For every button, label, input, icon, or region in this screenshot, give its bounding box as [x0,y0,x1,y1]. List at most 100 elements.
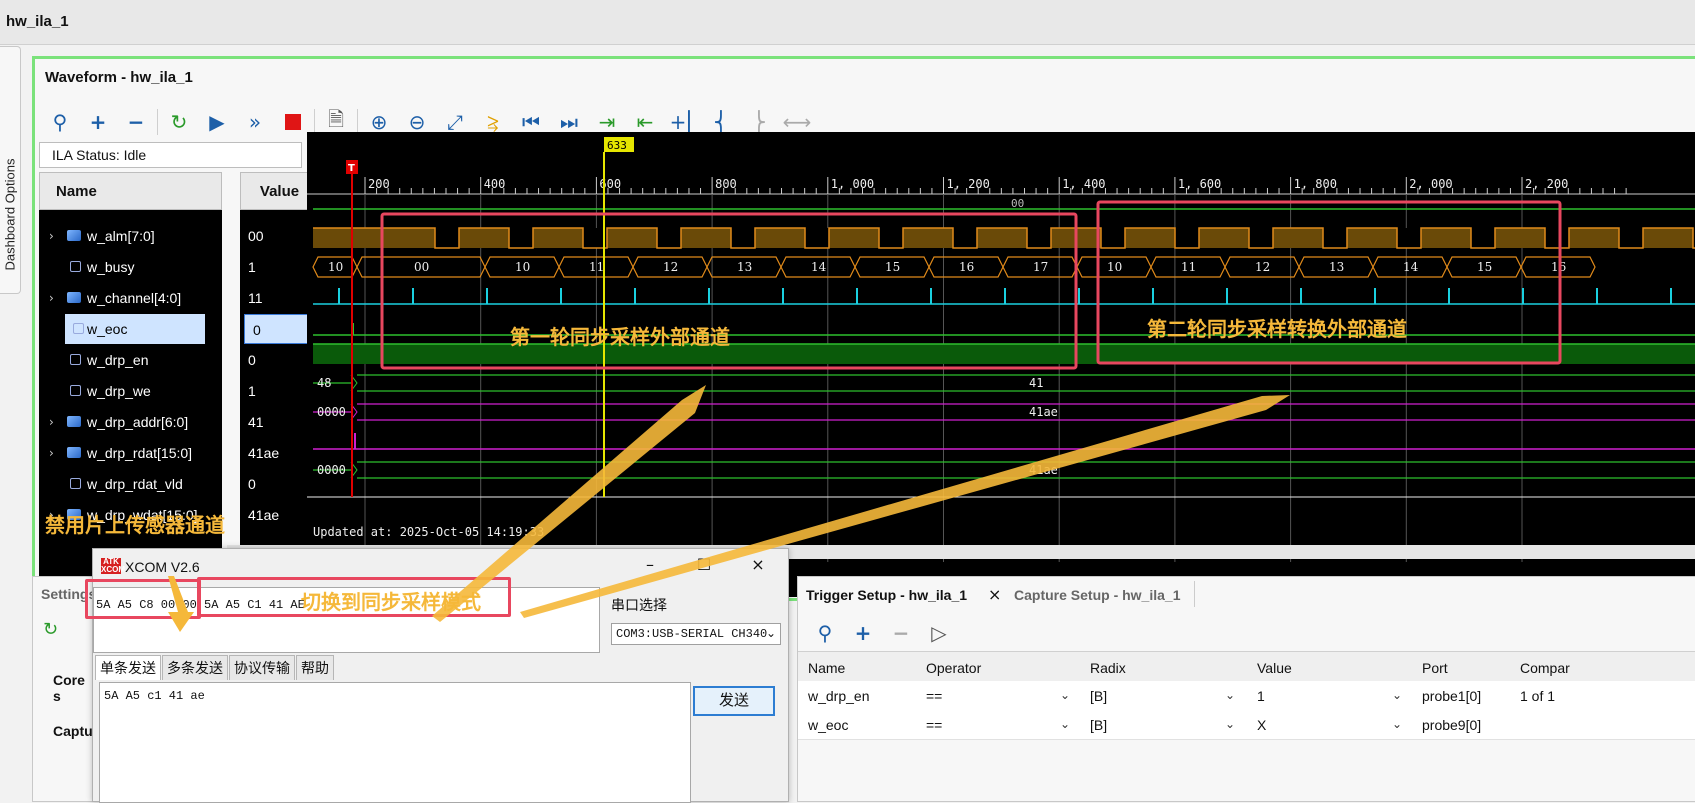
app-title: hw_ila_1 [6,13,69,30]
signal-row[interactable]: w_drp_we [39,376,222,406]
wave-busy-gap [1545,228,1569,248]
bus-signal-icon [67,447,81,458]
run-immediate-icon[interactable]: » [236,106,274,138]
chevron-down-icon[interactable]: ⌄ [1225,717,1235,731]
signal-name: w_drp_en [87,352,149,368]
xcom-title: XCOM V2.6 [125,559,200,575]
chevron-down-icon[interactable]: ⌄ [1060,688,1070,702]
dashboard-options-tab[interactable]: Dashboard Options [0,46,21,294]
expand-chevron-icon[interactable]: › [49,283,54,313]
signal-row[interactable]: › w_channel[4:0] [39,283,222,313]
send-text: 5A A5 c1 41 ae [104,689,205,703]
column-name[interactable]: Name [808,660,845,676]
tick-label: 1, 800 [1294,177,1337,191]
column-radix[interactable]: Radix [1090,660,1126,676]
annotation-switch-mode: 切换到同步采样模式 [301,592,481,614]
remove-icon[interactable]: − [882,617,920,649]
port-select-value: COM3:USB-SERIAL CH340 [616,627,768,641]
close-icon[interactable]: × [988,585,1001,604]
search-icon[interactable]: ⚲ [41,106,79,138]
wave-channel-label: 10 [328,260,343,274]
signal-value: 41ae [248,507,280,523]
column-compare[interactable]: Compar [1520,660,1570,676]
table-row[interactable]: w_drp_en == ⌄ [B] ⌄ 1 ⌄ probe1[0] 1 of 1 [798,681,1695,711]
bit-signal-icon [70,385,81,396]
row-radix[interactable]: [B] [1090,688,1107,704]
waveform-viewer[interactable]: 200 400 600 800 1, 000 1, 200 1, 400 1, 600 1, 8… [307,132,1695,597]
add-icon[interactable]: + [79,106,117,138]
signal-row[interactable]: › w_alm[7:0] [39,221,222,251]
waveform-title: Waveform - hw_ila_1 [45,69,193,86]
minimize-icon[interactable]: – [635,555,665,574]
signal-name: w_drp_we [87,383,151,399]
signal-row[interactable]: w_eoc [65,314,205,344]
maximize-icon[interactable]: ☐ [689,555,719,574]
capture-status-label: Captu [53,723,93,739]
wave-channel-label: 10 [1107,260,1122,274]
column-port[interactable]: Port [1422,660,1448,676]
wave-alm-label: 00 [1011,197,1024,210]
bit-signal-icon [70,478,81,489]
wave-channel-label: 14 [1403,260,1419,274]
row-port: probe1[0] [1422,688,1482,704]
refresh-icon[interactable]: ↻ [160,106,198,138]
row-value[interactable]: X [1257,717,1266,733]
column-value[interactable]: Value [1257,660,1292,676]
tab-trigger-setup[interactable]: Trigger Setup - hw_ila_1 [806,587,967,603]
tab-protocol[interactable]: 协议传输 [229,655,295,680]
chevron-down-icon[interactable]: ⌄ [1060,717,1070,731]
run-trigger-icon[interactable]: ▶ [198,106,236,138]
signal-row[interactable]: w_drp_rdat_vld [39,469,222,499]
chevron-down-icon[interactable]: ⌄ [1225,688,1235,702]
chevron-down-icon[interactable]: ⌄ [1392,688,1402,702]
search-icon[interactable]: ⚲ [806,617,844,649]
signal-row[interactable]: w_drp_en [39,345,222,375]
chevron-down-icon[interactable]: ⌄ [1392,717,1402,731]
waveform-canvas: 200 400 600 800 1, 000 1, 200 1, 400 1, 600 1, 8… [307,137,1695,562]
remove-icon[interactable]: − [117,106,155,138]
tick-label: 1, 600 [1178,177,1221,191]
table-row[interactable]: w_eoc == ⌄ [B] ⌄ X ⌄ probe9[0] [798,710,1695,740]
column-operator[interactable]: Operator [926,660,981,676]
wave-channel-label: 13 [1329,260,1344,274]
send-button[interactable]: 发送 [693,686,775,716]
signal-name: w_drp_addr[6:0] [87,414,189,430]
bus-signal-icon [67,416,81,427]
signal-value: 00 [248,228,264,244]
toolbar-divider [157,109,158,135]
row-radix[interactable]: [B] [1090,717,1107,733]
wave-bus-right-label: 41 [1029,376,1043,390]
bit-signal-icon [73,323,84,334]
trigger-toolbar: ⚲ + − ▷ [806,617,958,649]
trigger-condition-icon[interactable]: ▷ [920,617,958,649]
row-value[interactable]: 1 [1257,688,1265,704]
tab-single-send[interactable]: 单条发送 [95,655,161,680]
port-select-label: 串口选择 [611,597,667,613]
wave-channel-label: 14 [811,260,827,274]
tab-multi-send[interactable]: 多条发送 [162,655,228,680]
expand-chevron-icon[interactable]: › [49,407,54,437]
wave-channel-label: 00 [414,260,429,274]
tab-capture-setup[interactable]: Capture Setup - hw_ila_1 [1014,587,1180,603]
send-input[interactable]: 5A A5 c1 41 ae [99,682,691,803]
expand-chevron-icon[interactable]: › [49,438,54,468]
port-select[interactable]: COM3:USB-SERIAL CH340 ⌄ [611,623,781,645]
row-operator[interactable]: == [926,717,942,733]
name-column-header[interactable]: Name [39,172,222,210]
signal-value: 41 [248,414,264,430]
close-icon[interactable]: × [743,555,773,574]
add-icon[interactable]: + [844,617,882,649]
signal-row[interactable]: w_busy [39,252,222,282]
bus-signal-icon [67,230,81,241]
signal-row[interactable]: › w_drp_addr[6:0] [39,407,222,437]
wave-busy-gap [509,228,533,248]
signal-row[interactable]: › w_drp_rdat[15:0] [39,438,222,468]
tab-help[interactable]: 帮助 [296,655,334,680]
tick-label: 1, 000 [831,177,874,191]
highlight-box [85,579,201,619]
wave-busy-gap [1471,228,1495,248]
row-operator[interactable]: == [926,688,942,704]
refresh-icon[interactable]: ↻ [43,619,58,640]
expand-chevron-icon[interactable]: › [49,221,54,251]
wave-busy-gap [657,228,681,248]
